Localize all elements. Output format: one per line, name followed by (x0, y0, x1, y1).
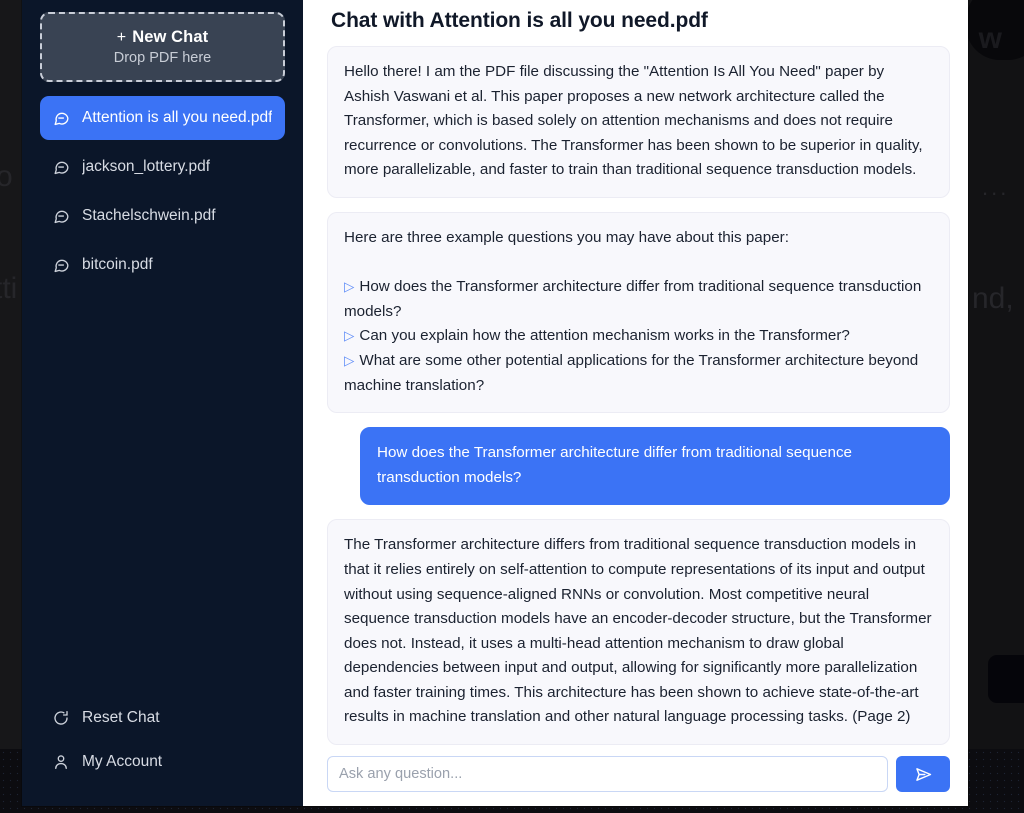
reset-arrow-icon (52, 709, 70, 727)
new-chat-title: + New Chat (117, 28, 208, 47)
background-ghost-letter: w (978, 22, 1002, 55)
user-message-text: How does the Transformer architecture di… (377, 444, 852, 486)
bot-message-questions: Here are three example questions you may… (327, 211, 950, 414)
suggested-question-1[interactable]: ▷ How does the Transformer architecture d… (344, 275, 933, 324)
suggested-question-3[interactable]: ▷ What are some other potential applicati… (344, 349, 933, 398)
chat-bubble-icon (52, 207, 71, 226)
chat-bubble-icon (52, 158, 71, 177)
background-ghost-text-left-upper: o (0, 160, 13, 193)
chat-panel: Chat with Attention is all you need.pdf … (303, 0, 968, 806)
my-account-button[interactable]: My Account (40, 740, 285, 784)
background-ghost-ellipsis: ... (982, 175, 1010, 200)
sidebar-item-jackson-lottery-pdf[interactable]: jackson_lottery.pdf (40, 145, 285, 189)
sidebar-item-label: Attention is all you need.pdf (82, 109, 273, 126)
background-rounded-panel-secondary (988, 655, 1024, 703)
suggested-question-2-text: Can you explain how the attention mechan… (359, 327, 850, 345)
my-account-label: My Account (82, 753, 163, 770)
reset-chat-label: Reset Chat (82, 709, 160, 726)
questions-lead: Here are three example questions you may… (344, 228, 789, 246)
composer (327, 748, 950, 806)
suggested-question-1-text: How does the Transformer architecture di… (344, 278, 922, 320)
send-paper-plane-icon (915, 767, 931, 781)
suggested-question-2[interactable]: ▷ Can you explain how the attention mecha… (344, 324, 933, 349)
new-chat-label: New Chat (132, 28, 209, 46)
send-button[interactable] (896, 756, 950, 792)
intro-paragraph: Hello there! I am the PDF file discussin… (344, 63, 923, 179)
drop-pdf-hint: Drop PDF here (113, 50, 212, 66)
sidebar-item-label: Stachelschwein.pdf (82, 207, 216, 224)
sidebar-footer: Reset Chat My Account (22, 696, 303, 806)
new-chat-dropzone[interactable]: + New Chat Drop PDF here (40, 12, 285, 82)
triangle-bullet-icon: ▷ (344, 352, 355, 368)
sidebar-item-label: jackson_lottery.pdf (82, 158, 211, 175)
user-message: How does the Transformer architecture di… (360, 427, 950, 506)
background-ghost-text-right: nd, (972, 282, 1014, 315)
page-title: Chat with Attention is all you need.pdf (331, 9, 708, 32)
suggested-question-3-text: What are some other potential applicatio… (344, 351, 919, 394)
chat-bubble-icon (52, 256, 71, 275)
bot-message-intro: Hello there! I am the PDF file discussin… (327, 46, 950, 198)
sidebar-item-stachelschwein-pdf[interactable]: Stachelschwein.pdf (40, 194, 285, 238)
triangle-bullet-icon: ▷ (344, 279, 355, 295)
bot-answer-text: The Transformer architecture differs fro… (344, 536, 932, 726)
chat-list: Attention is all you need.pdf jackson_lo… (22, 96, 303, 292)
plus-icon: + (116, 28, 127, 46)
sidebar-item-attention-pdf[interactable]: Attention is all you need.pdf (40, 96, 285, 140)
reset-chat-button[interactable]: Reset Chat (40, 696, 285, 740)
background-ghost-text-left-lower: tti (0, 272, 18, 305)
message-list: Hello there! I am the PDF file discussin… (327, 46, 950, 748)
question-input[interactable] (327, 756, 888, 792)
sidebar-item-bitcoin-pdf[interactable]: bitcoin.pdf (40, 243, 285, 287)
sidebar-item-label: bitcoin.pdf (82, 256, 153, 273)
bot-message-answer: The Transformer architecture differs fro… (327, 519, 950, 746)
triangle-bullet-icon: ▷ (344, 328, 355, 344)
background-left-strip (0, 0, 22, 813)
app-window: + New Chat Drop PDF here Attention is al… (22, 0, 968, 806)
person-icon (52, 753, 70, 771)
chat-bubble-icon (52, 109, 71, 128)
sidebar: + New Chat Drop PDF here Attention is al… (22, 0, 303, 806)
